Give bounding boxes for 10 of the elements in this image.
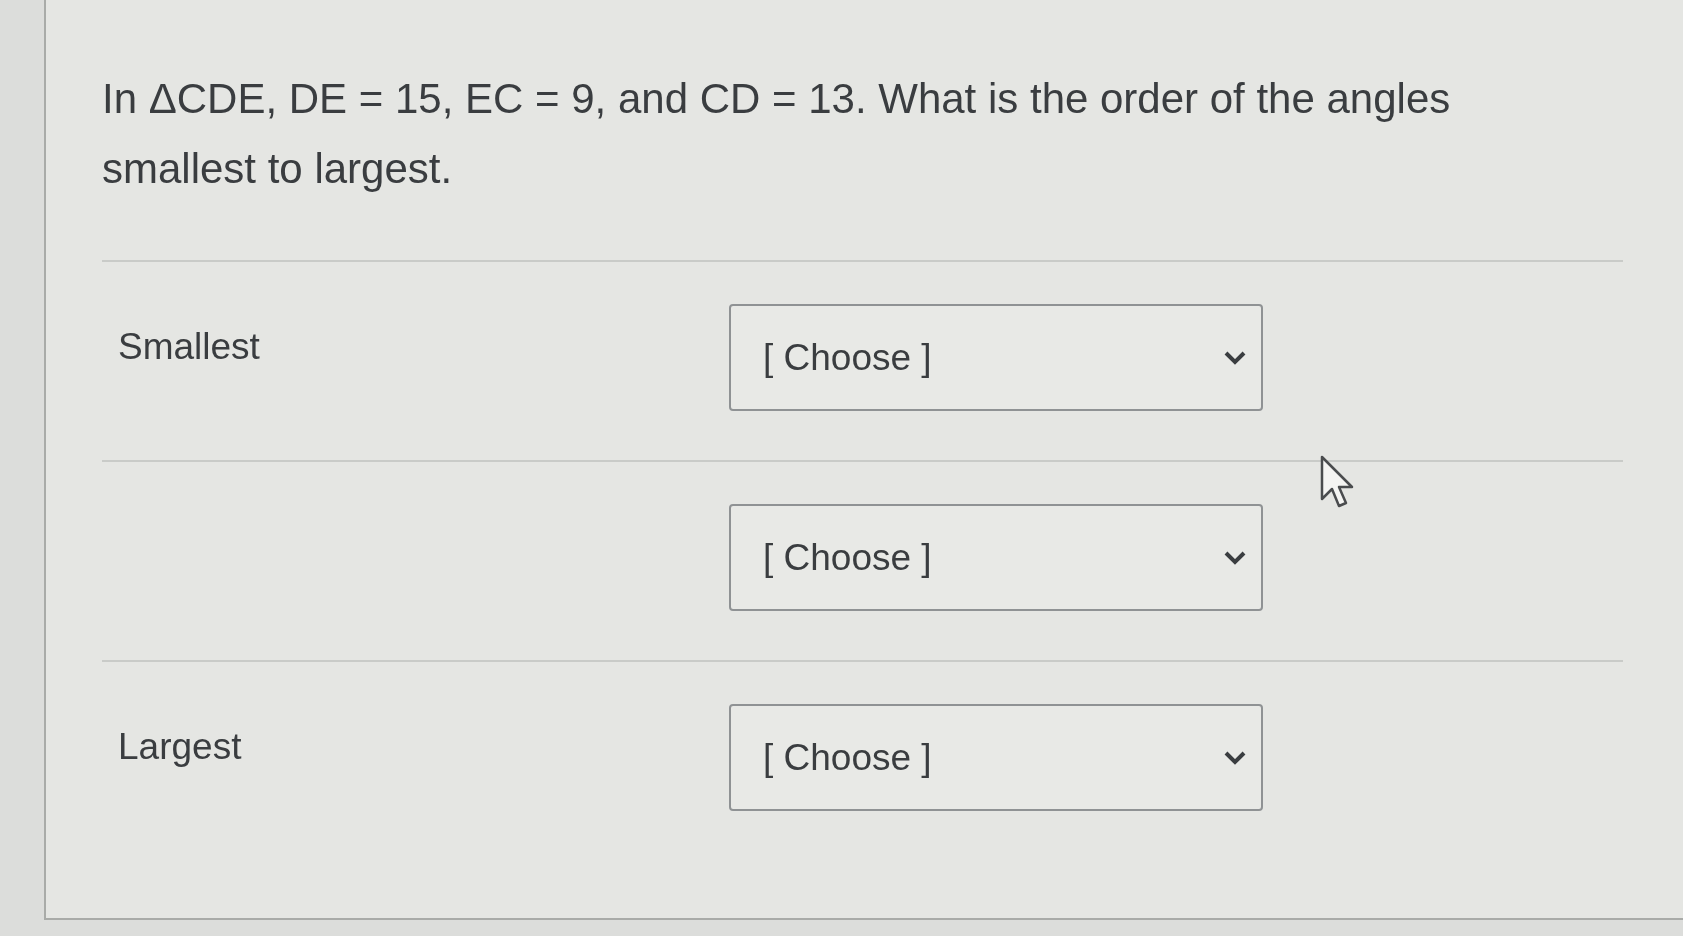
row-label: Largest [118,726,242,767]
dropdown-select[interactable]: [ Choose ] [729,304,1263,411]
dropdown-select[interactable]: [ Choose ] [729,704,1263,811]
mouse-pointer-icon [1320,455,1354,509]
question-text: In ΔCDE, DE = 15, EC = 9, and CD = 13. What is the order of the angles smallest to largest. [102,74,1452,194]
row-label: Smallest [118,326,260,367]
chevron-down-icon [1223,750,1247,765]
dropdown-select[interactable]: [ Choose ] [729,504,1263,611]
chevron-down-icon [1223,550,1247,565]
chevron-down-icon [1223,350,1247,365]
